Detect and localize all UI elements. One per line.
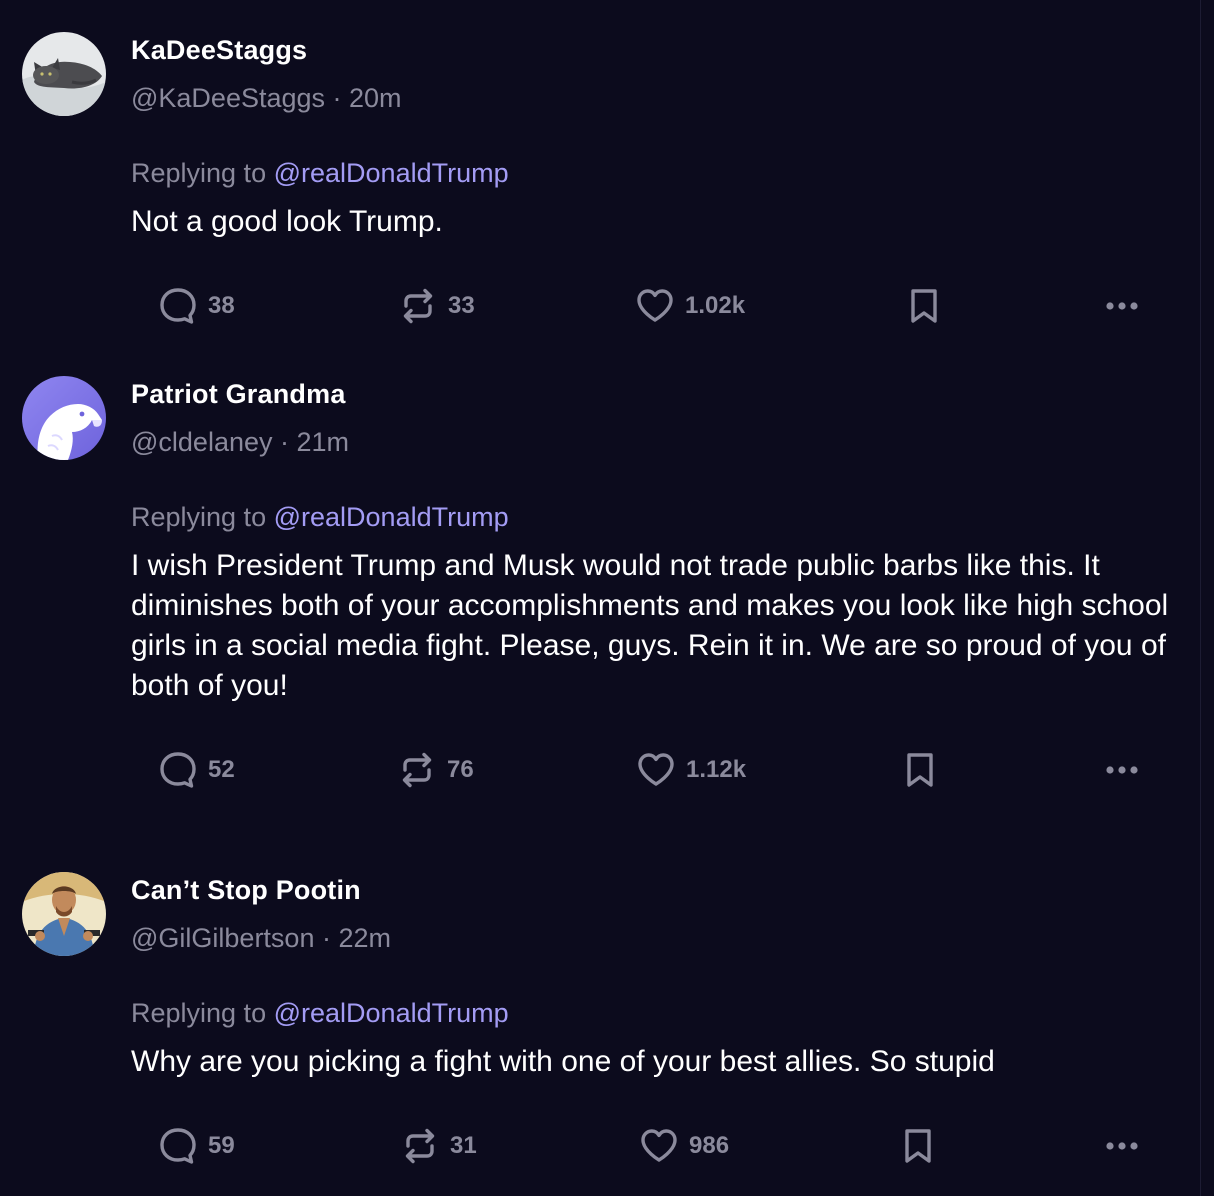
replying-to: Replying to @realDonaldTrump [131, 158, 509, 189]
more-button[interactable] [1102, 1124, 1142, 1168]
handle-and-time: @cldelaney · 21m [131, 427, 350, 457]
more-button[interactable] [1102, 748, 1142, 792]
reply-count: 59 [208, 1132, 235, 1159]
like-count: 1.02k [685, 292, 746, 319]
mention-link[interactable]: @realDonaldTrump [274, 502, 509, 532]
repost-icon [400, 1126, 440, 1166]
repost-button[interactable]: 76 [397, 748, 474, 792]
heart-icon [635, 286, 675, 326]
bookmark-button[interactable] [898, 1124, 938, 1168]
like-count: 986 [689, 1132, 730, 1159]
cat-photo-avatar[interactable] [22, 32, 106, 116]
action-bar: 38 33 1.02k [0, 284, 1200, 328]
replying-to: Replying to @realDonaldTrump [131, 502, 509, 533]
reply-button[interactable]: 59 [158, 1124, 235, 1168]
post-text: Why are you picking a fight with one of … [131, 1045, 995, 1078]
reply-icon [158, 286, 198, 326]
bookmark-icon [898, 1126, 938, 1166]
like-button[interactable]: 1.02k [635, 284, 745, 328]
post-text: Not a good look Trump. [131, 205, 443, 238]
bookmark-button[interactable] [900, 748, 940, 792]
repost-count: 31 [450, 1132, 477, 1159]
mention-link[interactable]: @realDonaldTrump [274, 998, 509, 1028]
eagle-avatar[interactable] [22, 376, 106, 460]
display-name[interactable]: Patriot Grandma [131, 379, 346, 410]
repost-button[interactable]: 31 [400, 1124, 477, 1168]
bookmark-button[interactable] [904, 284, 944, 328]
person-photo-avatar[interactable] [22, 872, 106, 956]
more-button[interactable] [1102, 284, 1142, 328]
display-name[interactable]: Can’t Stop Pootin [131, 875, 361, 906]
bookmark-icon [900, 750, 940, 790]
display-name[interactable]: KaDeeStaggs [131, 35, 307, 66]
reply-count: 38 [208, 292, 235, 319]
heart-icon [636, 750, 676, 790]
post-text: I wish President Trump and Musk would no… [131, 549, 1169, 702]
mention-link[interactable]: @realDonaldTrump [274, 158, 509, 188]
bookmark-icon [904, 286, 944, 326]
like-button[interactable]: 986 [639, 1124, 729, 1168]
reply-icon [158, 1126, 198, 1166]
handle-and-time: @GilGilbertson · 22m [131, 923, 391, 953]
replying-prefix: Replying to [131, 998, 267, 1028]
repost-count: 76 [447, 756, 474, 783]
reply-feed: KaDeeStaggs @KaDeeStaggs · 20m Replying … [0, 0, 1214, 1196]
repost-count: 33 [448, 292, 475, 319]
replying-prefix: Replying to [131, 158, 267, 188]
replying-to: Replying to @realDonaldTrump [131, 998, 509, 1029]
action-bar: 59 31 986 [0, 1124, 1200, 1168]
repost-icon [397, 750, 437, 790]
more-icon [1102, 1126, 1142, 1166]
repost-button[interactable]: 33 [398, 284, 475, 328]
reply-icon [158, 750, 198, 790]
reply-button[interactable]: 38 [158, 284, 235, 328]
repost-icon [398, 286, 438, 326]
action-bar: 52 76 1.12k [0, 748, 1200, 792]
more-icon [1102, 286, 1142, 326]
more-icon [1102, 750, 1142, 790]
heart-icon [639, 1126, 679, 1166]
column-divider [1200, 0, 1201, 1196]
handle-and-time: @KaDeeStaggs · 20m [131, 83, 402, 113]
reply-button[interactable]: 52 [158, 748, 235, 792]
like-count: 1.12k [686, 756, 747, 783]
reply-count: 52 [208, 756, 235, 783]
like-button[interactable]: 1.12k [636, 748, 746, 792]
replying-prefix: Replying to [131, 502, 267, 532]
